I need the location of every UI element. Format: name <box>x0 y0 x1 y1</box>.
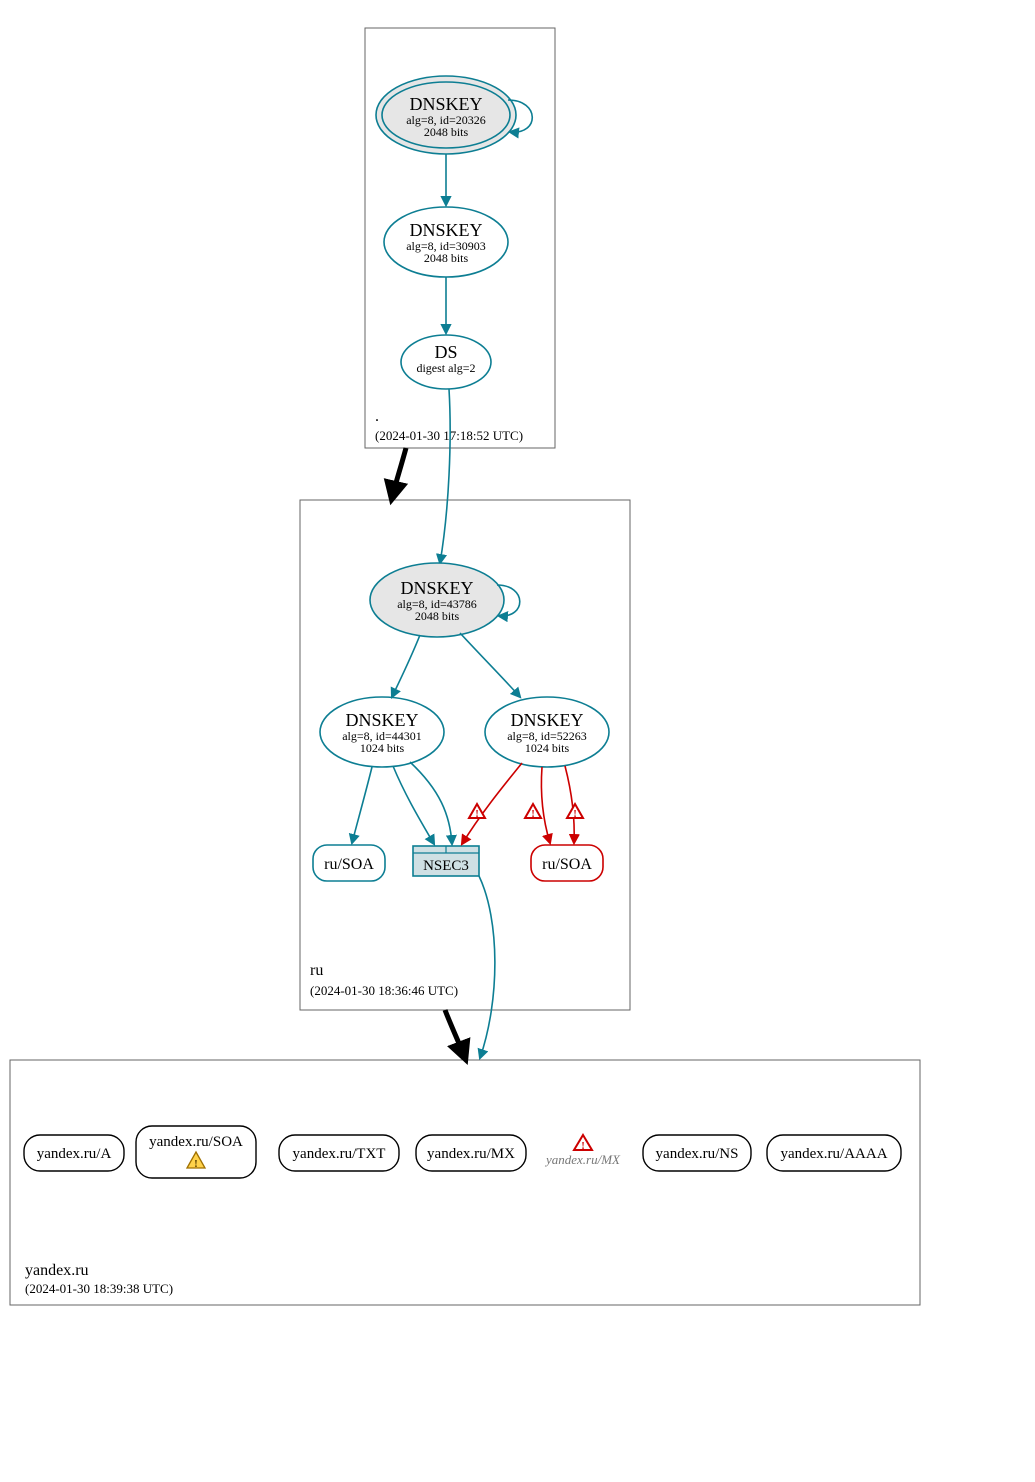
yandex-txt-label: yandex.ru/TXT <box>293 1146 386 1162</box>
root-zsk-title: DNSKEY <box>409 220 482 240</box>
ru-soa-bad-label: ru/SOA <box>542 856 592 873</box>
node-ru-soa-ok[interactable]: ru/SOA <box>313 845 385 881</box>
node-yandex-ns[interactable]: yandex.ru/NS <box>643 1135 751 1171</box>
edge-zska-to-soaok <box>352 767 372 843</box>
zone-ru-time: (2024-01-30 18:36:46 UTC) <box>310 983 458 998</box>
edge-zskb-to-soabad-a <box>541 767 550 843</box>
svg-text:!: ! <box>531 809 534 820</box>
zone-yandex-time: (2024-01-30 18:39:38 UTC) <box>25 1281 173 1296</box>
ru-soa-ok-label: ru/SOA <box>324 856 374 873</box>
edge-ru-to-yandex-delegation <box>445 1010 465 1058</box>
zone-yandex-name: yandex.ru <box>25 1262 89 1279</box>
node-ru-ksk[interactable]: DNSKEY alg=8, id=43786 2048 bits <box>370 563 504 637</box>
node-ru-zsk-a[interactable]: DNSKEY alg=8, id=44301 1024 bits <box>320 697 444 767</box>
ru-ksk-title: DNSKEY <box>400 578 473 598</box>
ru-zsk-a-title: DNSKEY <box>345 710 418 730</box>
node-yandex-txt[interactable]: yandex.ru/TXT <box>279 1135 399 1171</box>
root-ds-title: DS <box>434 342 457 362</box>
svg-text:!: ! <box>194 1158 198 1170</box>
svg-text:!: ! <box>573 809 576 820</box>
node-yandex-a[interactable]: yandex.ru/A <box>24 1135 124 1171</box>
ru-ksk-line3: 2048 bits <box>415 609 460 623</box>
node-root-zsk[interactable]: DNSKEY alg=8, id=30903 2048 bits <box>384 207 508 277</box>
edge-nsec3-to-yandex <box>479 876 495 1058</box>
nsec3-label: NSEC3 <box>423 858 469 874</box>
edge-zskb-to-nsec3 <box>462 763 522 844</box>
node-root-ds[interactable]: DS digest alg=2 <box>401 335 491 389</box>
yandex-mx2-label: yandex.ru/MX <box>544 1152 621 1167</box>
edge-zska-to-nsec3 <box>393 766 434 844</box>
edge-root-to-ru-delegation <box>392 448 406 498</box>
node-ru-soa-bad[interactable]: ru/SOA <box>531 845 603 881</box>
node-yandex-mx[interactable]: yandex.ru/MX <box>416 1135 526 1171</box>
node-root-ksk[interactable]: DNSKEY alg=8, id=20326 2048 bits <box>376 76 516 154</box>
warning-icon: ! <box>469 804 485 820</box>
root-ds-line2: digest alg=2 <box>416 361 475 375</box>
warning-icon: ! <box>567 804 583 820</box>
yandex-ns-label: yandex.ru/NS <box>656 1146 739 1162</box>
yandex-soa-label: yandex.ru/SOA <box>149 1134 243 1150</box>
edge-ruksk-to-zska <box>392 635 420 697</box>
root-ksk-title: DNSKEY <box>409 94 482 114</box>
warning-icon: ! <box>525 804 541 820</box>
ru-zsk-b-title: DNSKEY <box>510 710 583 730</box>
zone-root-name: . <box>375 408 379 425</box>
ru-zsk-b-line3: 1024 bits <box>525 741 570 755</box>
yandex-mx-label: yandex.ru/MX <box>427 1146 515 1162</box>
root-ksk-line3: 2048 bits <box>424 125 469 139</box>
yandex-a-label: yandex.ru/A <box>37 1146 112 1162</box>
node-ru-zsk-b[interactable]: DNSKEY alg=8, id=52263 1024 bits <box>485 697 609 767</box>
warning-icon: ! <box>574 1135 592 1152</box>
yandex-aaaa-label: yandex.ru/AAAA <box>780 1146 887 1162</box>
node-yandex-aaaa[interactable]: yandex.ru/AAAA <box>767 1135 901 1171</box>
edge-ruksk-to-zskb <box>460 633 520 697</box>
edge-zskb-to-soabad-b <box>565 766 574 843</box>
node-nsec3[interactable]: NSEC3 <box>413 846 479 876</box>
edge-rootds-to-ruksk <box>440 389 450 563</box>
svg-text:!: ! <box>475 809 478 820</box>
zone-yandex-box <box>10 1060 920 1305</box>
node-yandex-soa[interactable]: yandex.ru/SOA ! <box>136 1126 256 1178</box>
edge-zska-to-nsec3-b <box>410 762 452 844</box>
root-zsk-line3: 2048 bits <box>424 251 469 265</box>
svg-text:!: ! <box>581 1141 584 1152</box>
ru-zsk-a-line3: 1024 bits <box>360 741 405 755</box>
node-yandex-mx-dup[interactable]: ! yandex.ru/MX <box>544 1135 621 1167</box>
zone-ru-name: ru <box>310 962 323 979</box>
zone-root-time: (2024-01-30 17:18:52 UTC) <box>375 428 523 443</box>
